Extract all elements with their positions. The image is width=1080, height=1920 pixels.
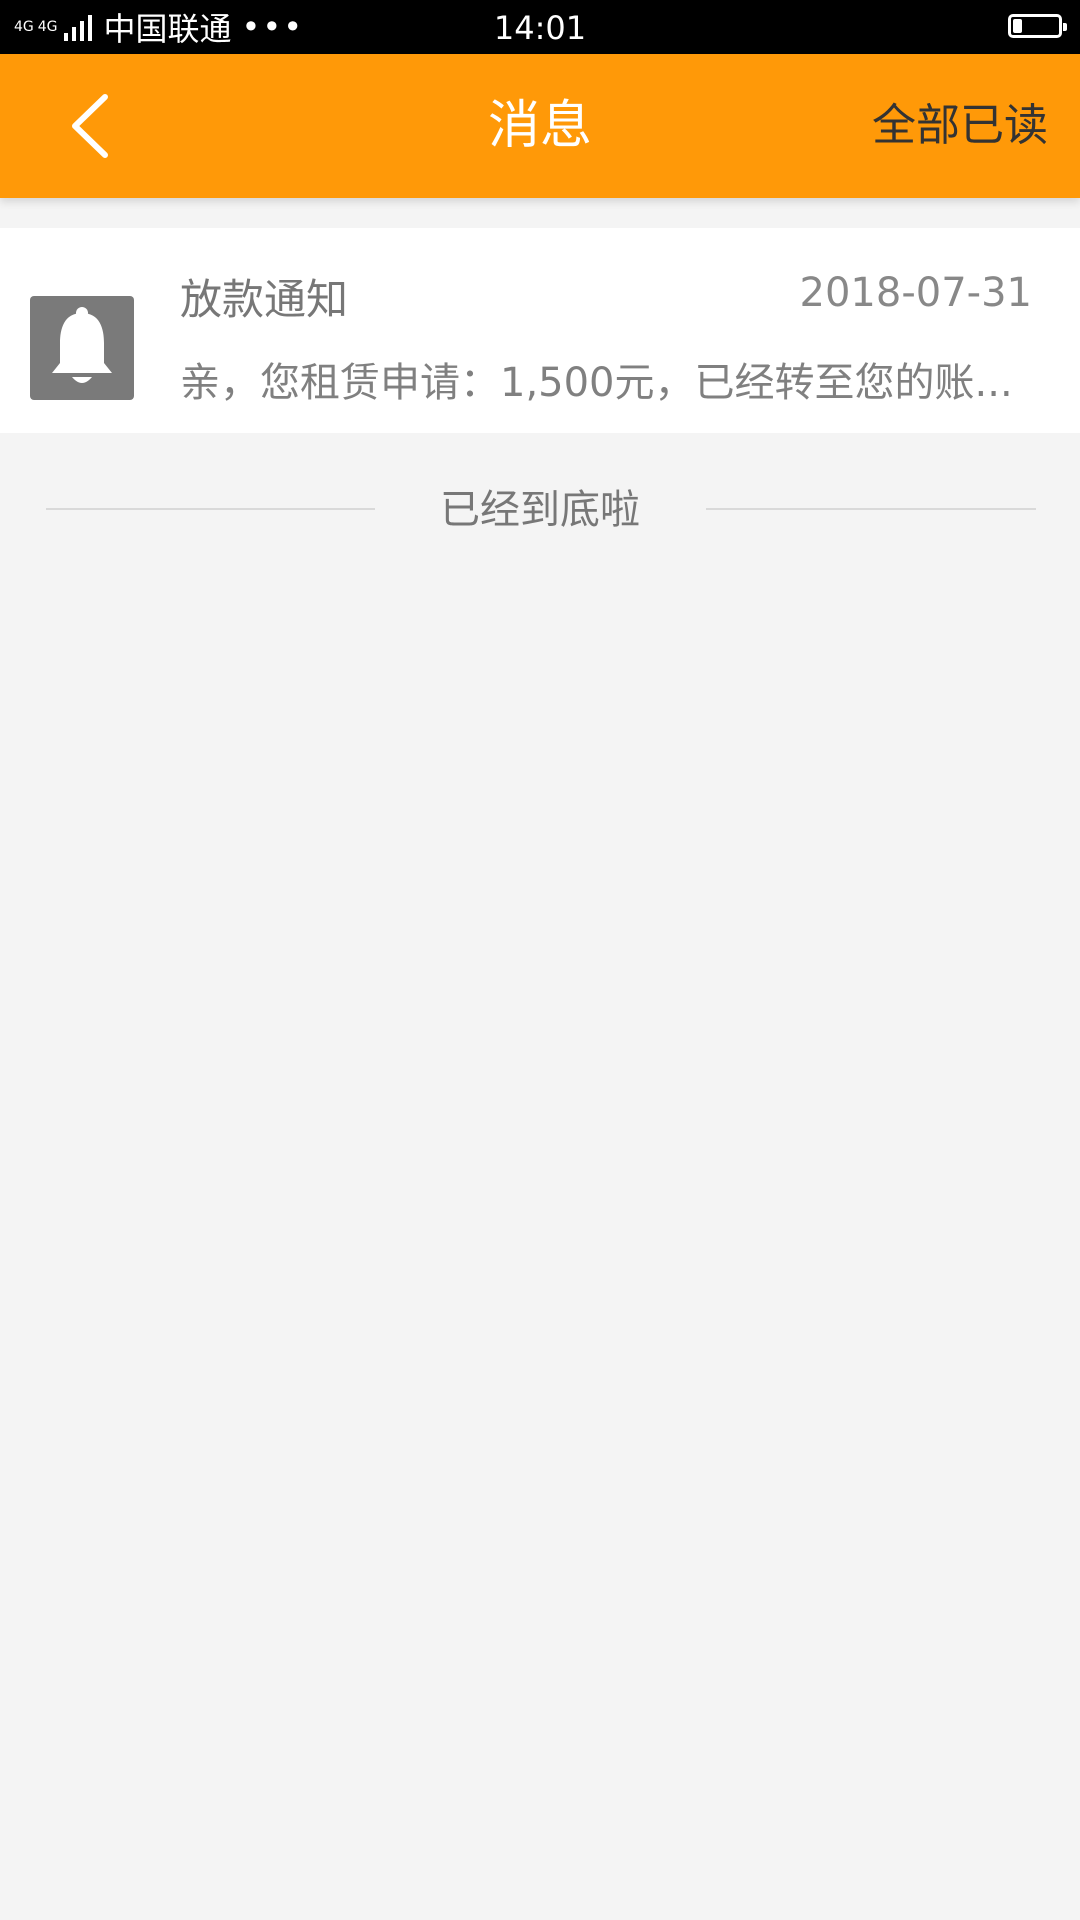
message-item[interactable]: 放款通知 2018-07-31 亲，您租赁申请：1,500元，已经转至您的账..…: [0, 228, 1080, 433]
message-list: 放款通知 2018-07-31 亲，您租赁申请：1,500元，已经转至您的账..…: [0, 228, 1080, 433]
end-of-list-divider: 已经到底啦: [0, 470, 1080, 550]
message-title: 放款通知: [180, 275, 349, 324]
battery-icon: [1008, 14, 1067, 38]
message-date: 2018-07-31: [799, 270, 1032, 316]
bell-icon: [52, 307, 112, 383]
status-time: 14:01: [493, 9, 587, 47]
divider-line-right: [706, 508, 1036, 510]
status-bar: 4G 4G 中国联通 ••• 14:01: [0, 0, 1080, 54]
battery-level: [1013, 19, 1022, 33]
back-button[interactable]: [40, 76, 140, 176]
mark-all-read-button[interactable]: 全部已读: [872, 54, 1048, 198]
message-preview: 亲，您租赁申请：1,500元，已经转至您的账...: [180, 360, 1013, 406]
chevron-left-icon: [72, 94, 108, 158]
app-header: 消息 全部已读: [0, 54, 1080, 198]
end-of-list-text: 已经到底啦: [440, 487, 640, 533]
notification-icon-box: [30, 296, 134, 400]
